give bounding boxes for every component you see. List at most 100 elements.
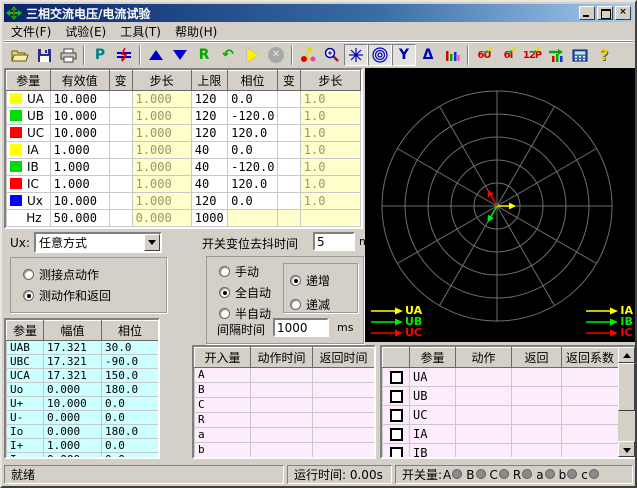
step-cell[interactable]: 1.0 bbox=[300, 193, 360, 210]
vector-button[interactable] bbox=[296, 44, 320, 66]
step-cell[interactable]: 1.0 bbox=[300, 125, 360, 142]
checkbox[interactable] bbox=[390, 428, 403, 441]
rms-cell[interactable]: 50.000 bbox=[50, 210, 109, 227]
phase-setting-button[interactable] bbox=[112, 44, 136, 66]
rms-cell[interactable]: 1.000 bbox=[50, 142, 109, 159]
limit-cell[interactable]: 120 bbox=[191, 91, 227, 108]
harmonics-button[interactable] bbox=[440, 44, 464, 66]
limit-cell[interactable]: 120 bbox=[191, 108, 227, 125]
step-cell[interactable]: 1.000 bbox=[132, 108, 191, 125]
limit-cell[interactable]: 40 bbox=[191, 176, 227, 193]
interval-input[interactable] bbox=[273, 318, 329, 337]
stop-button[interactable]: ✕ bbox=[264, 44, 288, 66]
radio-decrease[interactable]: 递减 bbox=[290, 296, 357, 313]
step-cell[interactable]: 1.0 bbox=[300, 142, 360, 159]
save-button[interactable] bbox=[32, 44, 56, 66]
scroll-up-button[interactable] bbox=[618, 347, 635, 363]
phase-cell[interactable]: 0.0 bbox=[228, 91, 278, 108]
radio-detect-action-return[interactable]: 测动作和返回 bbox=[23, 287, 166, 304]
vary-cell[interactable] bbox=[277, 142, 300, 159]
step-cell[interactable]: 1.000 bbox=[132, 142, 191, 159]
param-setting-button[interactable]: P bbox=[88, 44, 112, 66]
checkbox[interactable] bbox=[390, 409, 403, 422]
phase-cell[interactable]: 0.0 bbox=[228, 193, 278, 210]
checkbox[interactable] bbox=[390, 447, 403, 459]
scrollbar[interactable] bbox=[618, 347, 635, 457]
vary-cell[interactable] bbox=[109, 125, 132, 142]
rays-view-button[interactable] bbox=[344, 44, 368, 66]
phase-cell[interactable]: -120.0 bbox=[228, 159, 278, 176]
limit-cell[interactable]: 40 bbox=[191, 142, 227, 159]
step-cell[interactable]: 1.0 bbox=[300, 108, 360, 125]
phase-cell[interactable]: 0.0 bbox=[228, 142, 278, 159]
minimize-button[interactable] bbox=[579, 6, 595, 20]
step-cell[interactable]: 1.000 bbox=[132, 193, 191, 210]
print-button[interactable] bbox=[56, 44, 80, 66]
maximize-button[interactable] bbox=[597, 6, 613, 20]
help-button[interactable]: ? bbox=[592, 44, 616, 66]
checkbox[interactable] bbox=[390, 390, 403, 403]
output-button[interactable] bbox=[544, 44, 568, 66]
rms-cell[interactable]: 10.000 bbox=[50, 108, 109, 125]
calculator-button[interactable] bbox=[568, 44, 592, 66]
step-cell[interactable]: 1.000 bbox=[132, 125, 191, 142]
edit-6u-button[interactable]: 6U bbox=[472, 44, 496, 66]
vary-cell[interactable] bbox=[109, 159, 132, 176]
step-cell[interactable]: 1.000 bbox=[132, 176, 191, 193]
edit-6i-button[interactable]: 6I bbox=[496, 44, 520, 66]
vary-cell[interactable] bbox=[109, 91, 132, 108]
radio-detect-action[interactable]: 测接点动作 bbox=[23, 266, 166, 283]
rms-cell[interactable]: 1.000 bbox=[50, 159, 109, 176]
rms-cell[interactable]: 1.000 bbox=[50, 176, 109, 193]
menu-test[interactable]: 试验(E) bbox=[58, 21, 113, 42]
zoom-button[interactable] bbox=[320, 44, 344, 66]
phase-cell[interactable]: 120.0 bbox=[228, 176, 278, 193]
checkbox[interactable] bbox=[390, 371, 403, 384]
chevron-down-icon[interactable] bbox=[144, 234, 160, 251]
phase-cell[interactable]: -120.0 bbox=[228, 108, 278, 125]
edit-12p-button[interactable]: 12P bbox=[520, 44, 544, 66]
step-cell[interactable]: 1.0 bbox=[300, 91, 360, 108]
vary-cell[interactable] bbox=[277, 91, 300, 108]
reset-button[interactable]: R bbox=[192, 44, 216, 66]
increase-button[interactable] bbox=[144, 44, 168, 66]
vary-cell[interactable] bbox=[277, 125, 300, 142]
scroll-thumb[interactable] bbox=[618, 363, 635, 411]
menu-file[interactable]: 文件(F) bbox=[4, 21, 58, 42]
rms-cell[interactable]: 10.000 bbox=[50, 91, 109, 108]
delta-view-button[interactable]: Δ bbox=[416, 44, 440, 66]
step-cell[interactable]: 0.000 bbox=[132, 210, 191, 227]
step-cell[interactable]: 1.0 bbox=[300, 176, 360, 193]
start-button[interactable] bbox=[240, 44, 264, 66]
vary-cell[interactable] bbox=[277, 176, 300, 193]
vary-cell[interactable] bbox=[109, 176, 132, 193]
debounce-input[interactable] bbox=[313, 232, 355, 251]
phase-cell[interactable]: 120.0 bbox=[228, 125, 278, 142]
menu-help[interactable]: 帮助(H) bbox=[168, 21, 224, 42]
rms-cell[interactable]: 10.000 bbox=[50, 193, 109, 210]
undo-button[interactable]: ↶ bbox=[216, 44, 240, 66]
vary-cell[interactable] bbox=[109, 142, 132, 159]
step-cell[interactable]: 1.0 bbox=[300, 159, 360, 176]
radio-increase[interactable]: 递增 bbox=[290, 272, 357, 289]
step-cell[interactable]: 1.000 bbox=[132, 159, 191, 176]
vary-cell[interactable] bbox=[277, 193, 300, 210]
open-button[interactable] bbox=[8, 44, 32, 66]
vary-cell[interactable] bbox=[109, 108, 132, 125]
menu-tools[interactable]: 工具(T) bbox=[113, 21, 168, 42]
limit-cell[interactable]: 120 bbox=[191, 125, 227, 142]
limit-cell[interactable]: 120 bbox=[191, 193, 227, 210]
limit-cell[interactable]: 1000 bbox=[191, 210, 227, 227]
vary-cell[interactable] bbox=[109, 193, 132, 210]
rms-cell[interactable]: 10.000 bbox=[50, 125, 109, 142]
vary-cell[interactable] bbox=[277, 159, 300, 176]
polar-view-button[interactable] bbox=[368, 44, 392, 66]
ux-mode-combo[interactable]: 任意方式 bbox=[34, 232, 162, 253]
wye-view-button[interactable]: Y bbox=[392, 44, 416, 66]
decrease-button[interactable] bbox=[168, 44, 192, 66]
step-cell[interactable]: 1.000 bbox=[132, 91, 191, 108]
limit-cell[interactable]: 40 bbox=[191, 159, 227, 176]
vary-cell[interactable] bbox=[109, 210, 132, 227]
close-button[interactable]: × bbox=[615, 6, 631, 20]
scroll-down-button[interactable] bbox=[618, 441, 635, 457]
